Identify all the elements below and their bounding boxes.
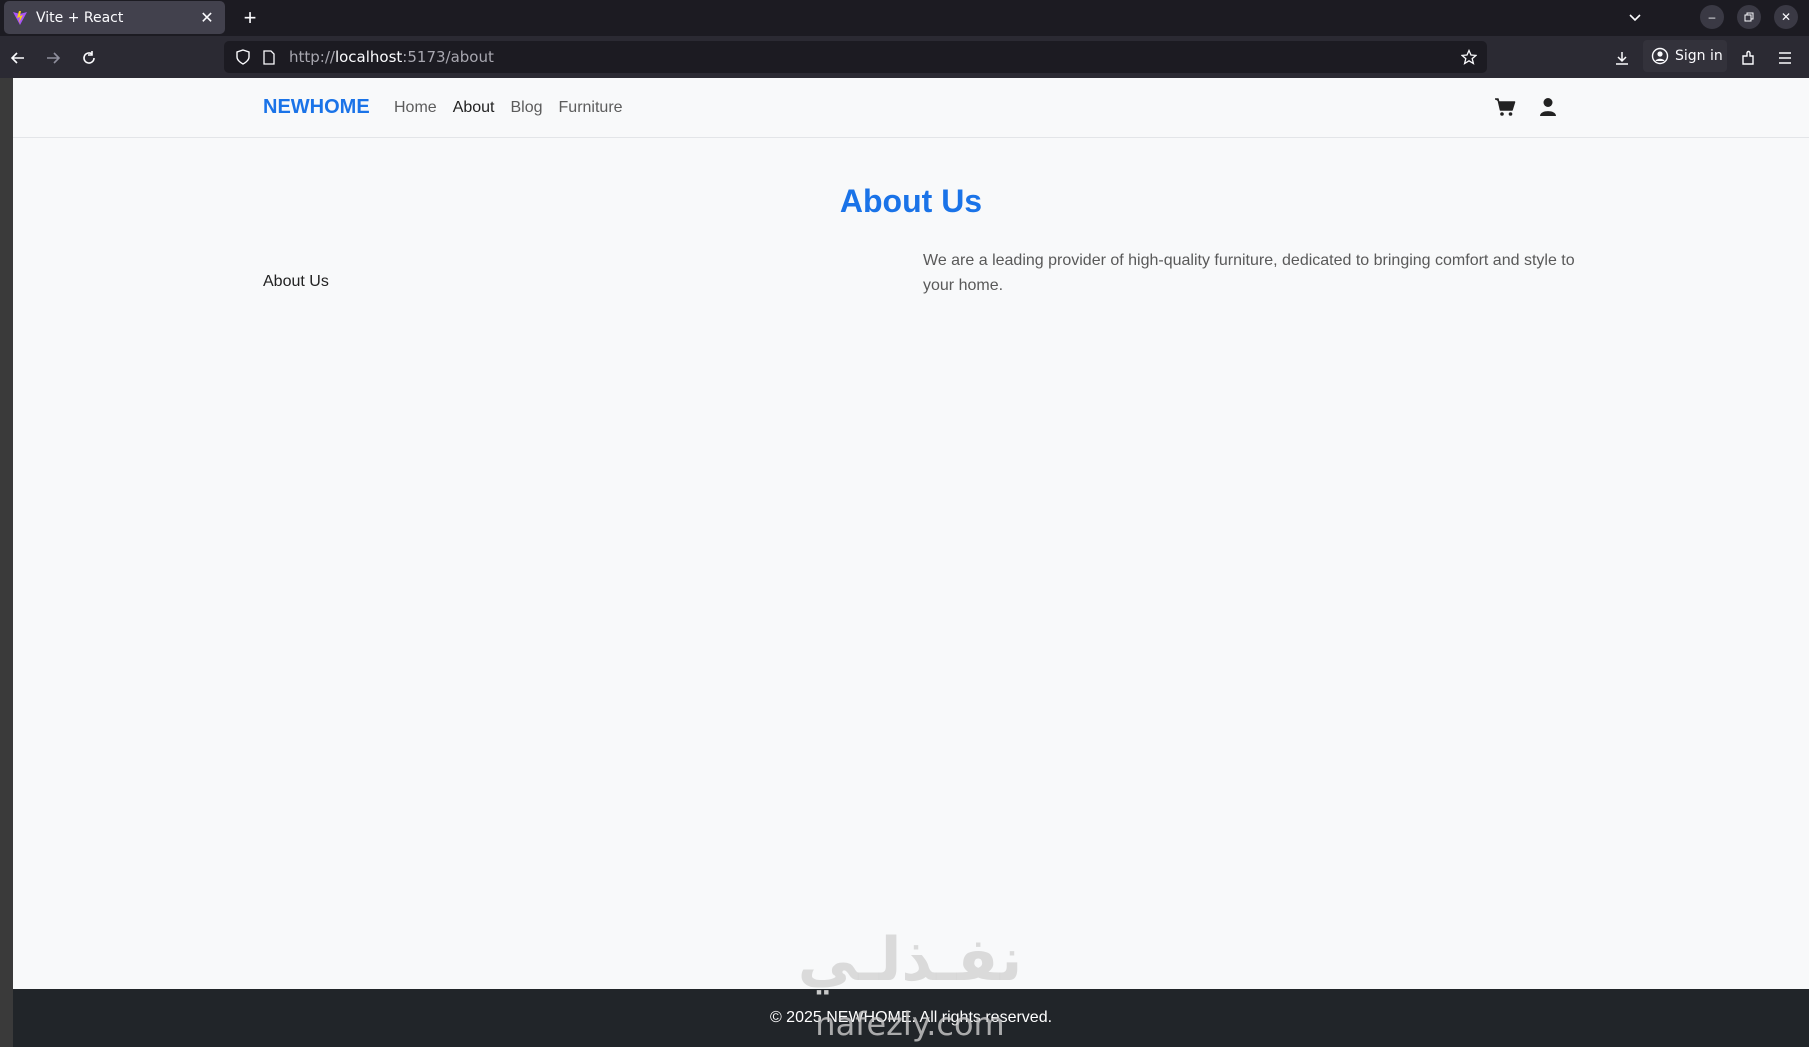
forward-arrow-icon[interactable] <box>38 43 68 73</box>
page-info-icon[interactable] <box>259 47 279 67</box>
restore-window-button[interactable] <box>1737 5 1761 29</box>
sign-in-button[interactable]: Sign in <box>1643 40 1727 72</box>
bookmark-star-icon[interactable] <box>1459 47 1479 67</box>
footer-copyright: © 2025 NEWHOME. All rights reserved. <box>769 1009 1053 1026</box>
list-all-tabs-chevron-icon[interactable] <box>1621 6 1649 30</box>
extensions-puzzle-icon[interactable] <box>1734 43 1764 73</box>
app-menu-hamburger-icon[interactable] <box>1770 43 1800 73</box>
browser-toolbar: http://localhost:5173/about Sign in <box>0 36 1809 78</box>
url-prefix: http:// <box>289 48 335 66</box>
close-window-button[interactable]: ✕ <box>1774 5 1798 29</box>
nav-link-home[interactable]: Home <box>394 99 437 117</box>
about-left-label: About Us <box>263 273 329 290</box>
nav-link-blog[interactable]: Blog <box>511 99 543 117</box>
account-icon <box>1651 47 1669 65</box>
page-title: About Us <box>839 183 983 219</box>
shield-icon[interactable] <box>233 47 253 67</box>
user-icon[interactable] <box>1536 95 1560 119</box>
tab-title: Vite + React <box>36 9 124 26</box>
new-tab-button[interactable]: + <box>236 4 264 32</box>
site-header: NEWHOME Home About Blog Furniture <box>13 78 1809 138</box>
tab-close-icon[interactable]: ✕ <box>197 8 217 28</box>
browser-tab[interactable]: Vite + React ✕ <box>4 1 225 34</box>
brand-logo[interactable]: NEWHOME <box>263 96 370 119</box>
page-viewport: NEWHOME Home About Blog Furniture About … <box>13 78 1809 1047</box>
nav-link-about[interactable]: About <box>453 99 495 117</box>
main-nav: Home About Blog Furniture <box>394 99 639 117</box>
address-bar[interactable]: http://localhost:5173/about <box>224 41 1487 73</box>
url-host: localhost <box>334 48 403 66</box>
sign-in-label: Sign in <box>1675 48 1723 64</box>
back-arrow-icon[interactable] <box>3 43 33 73</box>
vite-favicon-icon <box>12 10 28 26</box>
window-left-edge <box>0 78 13 1047</box>
site-footer: © 2025 NEWHOME. All rights reserved. <box>13 989 1809 1047</box>
url-text[interactable]: http://localhost:5173/about <box>289 48 494 66</box>
reload-icon[interactable] <box>74 43 104 73</box>
url-path: :5173/about <box>402 48 494 66</box>
nav-link-furniture[interactable]: Furniture <box>559 99 623 117</box>
minimize-window-button[interactable]: – <box>1700 5 1724 29</box>
browser-tab-bar: Vite + React ✕ + – ✕ <box>0 0 1809 36</box>
about-description: We are a leading provider of high-qualit… <box>923 252 1575 294</box>
cart-icon[interactable] <box>1493 95 1517 119</box>
downloads-icon[interactable] <box>1607 43 1637 73</box>
